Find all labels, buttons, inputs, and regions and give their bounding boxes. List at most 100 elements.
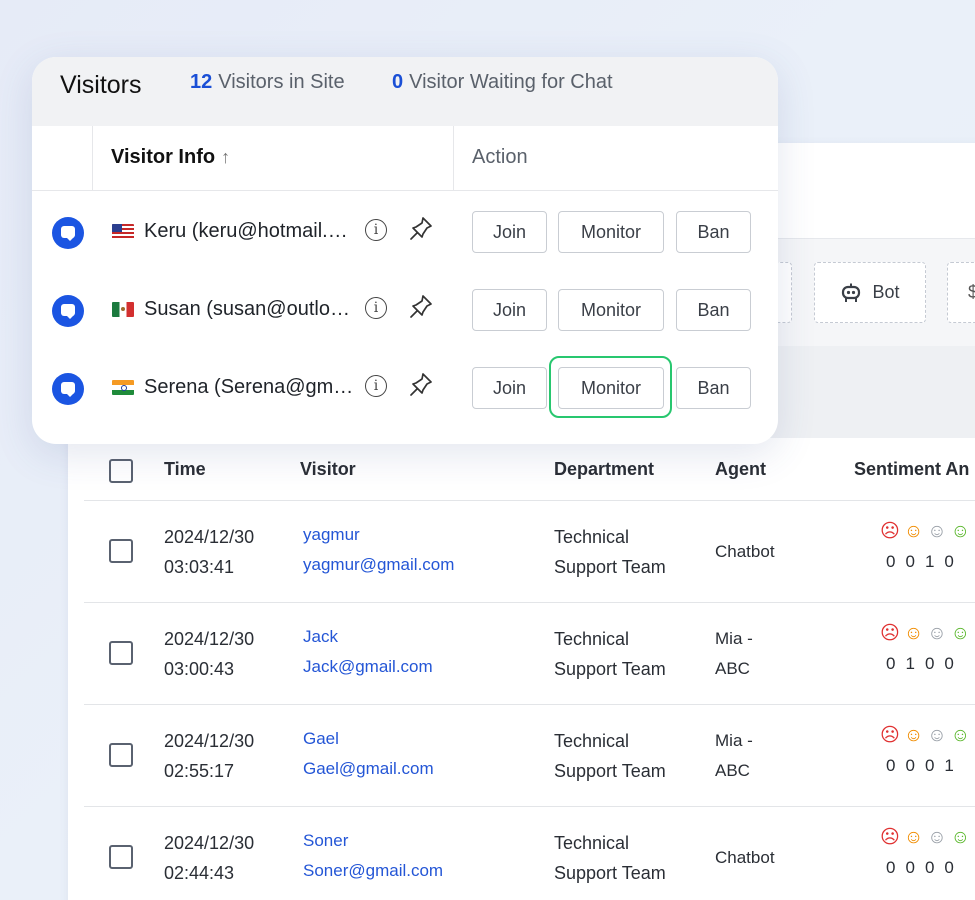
info-icon[interactable]: i [365, 297, 387, 319]
visitor-cell[interactable]: Soner Soner@gmail.com [303, 826, 443, 886]
time-cell: 2024/12/30 02:44:43 [164, 828, 254, 888]
ban-button[interactable]: Ban [676, 289, 751, 331]
header-sentiment[interactable]: Sentiment An [854, 459, 969, 480]
action-header: Action [472, 146, 528, 168]
join-button[interactable]: Join [472, 211, 547, 253]
agent-line-1: Mia - [715, 731, 753, 750]
header-department[interactable]: Department [554, 459, 654, 480]
visitor-row: Serena (Serena@gmail.com) i Join Monitor… [32, 347, 778, 425]
count-neutral: 0 [924, 858, 935, 877]
visitor-email-link[interactable]: yagmur@gmail.com [303, 550, 454, 580]
header-time[interactable]: Time [164, 459, 206, 480]
join-button[interactable]: Join [472, 367, 547, 409]
visitor-email-link[interactable]: Gael@gmail.com [303, 754, 434, 784]
count-positive: 1 [944, 756, 954, 775]
table-row[interactable]: 2024/12/30 03:03:41 yagmur yagmur@gmail.… [84, 501, 975, 603]
agent-cell: Chatbot [715, 843, 775, 873]
count-mixed: 0 [905, 552, 915, 571]
count-negative: 0 [886, 756, 896, 775]
agent-line-1: Mia - [715, 629, 753, 648]
visitor-info-header[interactable]: Visitor Info ↑ [111, 146, 230, 169]
count-mixed: 0 [905, 858, 915, 877]
visitor-row: Susan (susan@outlook.com) i Join Monitor… [32, 269, 778, 347]
visitor-cell[interactable]: yagmur yagmur@gmail.com [303, 520, 454, 580]
visitor-cell[interactable]: Jack Jack@gmail.com [303, 622, 433, 682]
department-line-1: Technical [554, 629, 630, 649]
pin-icon[interactable] [408, 215, 434, 243]
time-cell: 2024/12/30 03:03:41 [164, 522, 254, 582]
ban-button[interactable]: Ban [676, 367, 751, 409]
happy-face-icon: ☺ [950, 521, 971, 542]
ban-button[interactable]: Ban [676, 211, 751, 253]
table-row[interactable]: 2024/12/30 02:55:17 Gael Gael@gmail.com … [84, 705, 975, 807]
popup-title: Visitors [60, 71, 142, 99]
chat-history-table: Time Visitor Department Agent Sentiment … [84, 438, 975, 900]
row-checkbox[interactable] [109, 743, 133, 767]
select-all-checkbox[interactable] [109, 459, 133, 483]
header-agent[interactable]: Agent [715, 459, 766, 480]
agent-cell: Mia - ABC [715, 726, 753, 786]
visitor-name: Serena (Serena@gmail.com) [144, 376, 354, 398]
time-date: 2024/12/30 [164, 833, 255, 853]
visitor-email-link[interactable]: Jack@gmail.com [303, 652, 433, 682]
department-line-2: Support Team [554, 659, 666, 679]
agent-cell: Chatbot [715, 537, 775, 567]
visitor-name-link[interactable]: yagmur [303, 520, 454, 550]
sad-face-icon: ☹ [880, 827, 900, 848]
visitors-in-site-stat: 12 Visitors in Site [190, 71, 345, 94]
filter-button-next[interactable]: $ [947, 262, 975, 323]
neutral-face-icon: ☺ [927, 521, 947, 542]
row-checkbox[interactable] [109, 845, 133, 869]
count-negative: 0 [886, 858, 896, 877]
row-checkbox[interactable] [109, 641, 133, 665]
time-clock: 03:00:43 [164, 659, 235, 679]
row-checkbox[interactable] [109, 539, 133, 563]
header-visitor[interactable]: Visitor [300, 459, 356, 480]
count-positive: 0 [944, 654, 954, 673]
join-button[interactable]: Join [472, 289, 547, 331]
chat-bubble-icon [52, 295, 84, 327]
visitor-name-link[interactable]: Soner [303, 826, 443, 856]
happy-face-icon: ☺ [950, 725, 971, 746]
neutral-face-icon: ☺ [927, 827, 947, 848]
time-clock: 03:03:41 [164, 557, 235, 577]
department-cell: Technical Support Team [554, 726, 666, 786]
time-date: 2024/12/30 [164, 527, 255, 547]
visitors-in-site-label: Visitors in Site [218, 71, 345, 93]
pin-icon[interactable] [408, 371, 434, 399]
time-cell: 2024/12/30 03:00:43 [164, 624, 254, 684]
department-line-2: Support Team [554, 557, 666, 577]
info-icon[interactable]: i [365, 375, 387, 397]
table-header: Time Visitor Department Agent Sentiment … [84, 438, 975, 501]
visitor-name-link[interactable]: Jack [303, 622, 433, 652]
visitor-cell[interactable]: Gael Gael@gmail.com [303, 724, 434, 784]
visitors-waiting-count: 0 [392, 71, 404, 93]
visitors-waiting-label: Visitor Waiting for Chat [409, 71, 613, 93]
visitor-row: Keru (keru@hotmail.com) i Join Monitor B… [32, 191, 778, 269]
monitor-button[interactable]: Monitor [558, 367, 664, 409]
department-line-1: Technical [554, 833, 630, 853]
agent-line-2: ABC [715, 761, 750, 780]
info-icon[interactable]: i [365, 219, 387, 241]
sort-arrow-up-icon[interactable]: ↑ [221, 147, 230, 167]
sad-face-icon: ☹ [880, 521, 900, 542]
robot-icon [842, 283, 861, 302]
bot-filter-button[interactable]: Bot [814, 262, 926, 323]
monitor-button[interactable]: Monitor [558, 289, 664, 331]
agent-line-1: Chatbot [715, 542, 775, 561]
chat-bubble-icon [52, 373, 84, 405]
count-negative: 0 [886, 552, 896, 571]
visitor-name-link[interactable]: Gael [303, 724, 434, 754]
count-mixed: 0 [905, 756, 915, 775]
visitor-email-link[interactable]: Soner@gmail.com [303, 856, 443, 886]
filter-next-partial-label: $ [968, 282, 975, 302]
count-positive: 0 [944, 858, 954, 877]
table-row[interactable]: 2024/12/30 03:00:43 Jack Jack@gmail.com … [84, 603, 975, 705]
department-line-2: Support Team [554, 761, 666, 781]
table-row[interactable]: 2024/12/30 02:44:43 Soner Soner@gmail.co… [84, 807, 975, 900]
pin-icon[interactable] [408, 293, 434, 321]
neutral-face-icon: ☺ [927, 623, 947, 644]
visitor-info-header-label: Visitor Info [111, 146, 216, 168]
monitor-button[interactable]: Monitor [558, 211, 664, 253]
meh-face-icon: ☺ [903, 521, 924, 542]
